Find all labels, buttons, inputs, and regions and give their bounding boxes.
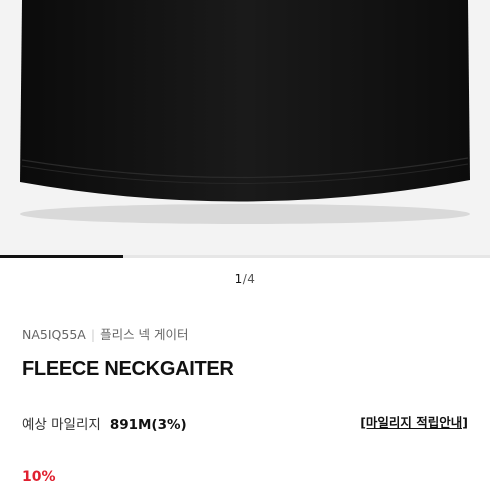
pager-current: 1 [234, 272, 243, 286]
product-title: FLEECE NECKGAITER [22, 358, 234, 380]
carousel-progress-fill [0, 255, 123, 258]
mileage-value: 891M(3%) [109, 417, 187, 433]
carousel-pager: 1/4 [0, 272, 490, 286]
mileage-row: 예상 마일리지 891M(3%) [22, 413, 187, 433]
meta-separator: | [90, 327, 96, 342]
product-name-ko: 플리스 넥 게이터 [100, 327, 189, 342]
mileage-label: 예상 마일리지 [22, 417, 101, 433]
product-image[interactable] [0, 0, 490, 256]
neckgaiter-photo [20, 0, 470, 224]
mileage-guide-link[interactable]: [마일리지 적립안내] [360, 412, 468, 431]
discount-rate: 10% [22, 469, 56, 485]
product-meta: NA5IQ55A | 플리스 넥 게이터 [22, 324, 189, 343]
product-code: NA5IQ55A [22, 327, 86, 342]
carousel-progress-bar [0, 255, 490, 258]
pager-total: 4 [247, 272, 256, 286]
